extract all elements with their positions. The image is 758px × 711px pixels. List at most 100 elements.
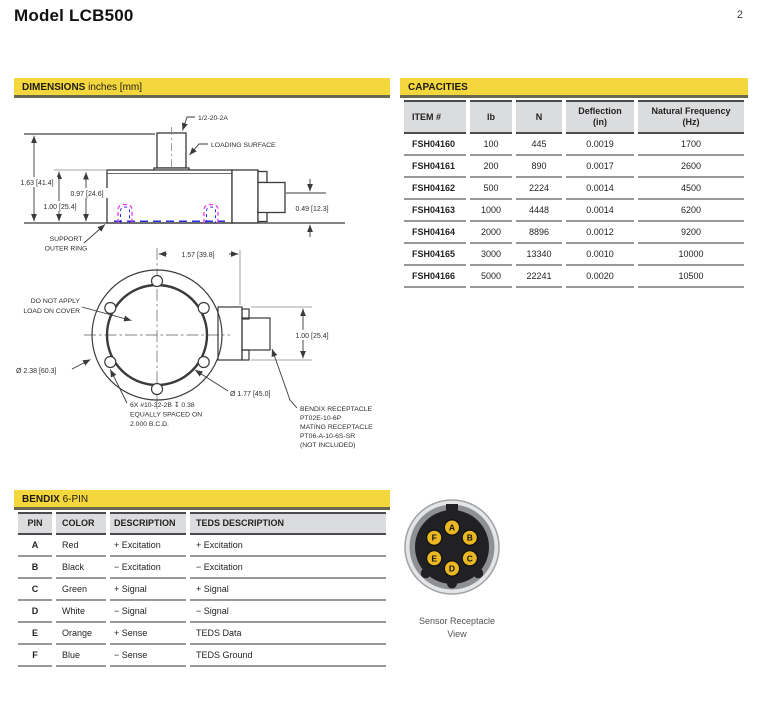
- capacities-header-title: CAPACITIES: [408, 82, 468, 93]
- label-no-load-2: LOAD ON COVER: [23, 308, 80, 315]
- capacities-header-row: ITEM # lb N Deflection (in) Natural Freq…: [404, 100, 744, 134]
- receptacle-bump-left: [421, 568, 431, 578]
- col-header-deflection: Deflection (in): [566, 100, 634, 134]
- bendix-row: CGreen+ Signal+ Signal: [18, 579, 386, 601]
- capacity-n: 2224: [516, 178, 562, 200]
- col-header-color: COLOR: [56, 512, 106, 535]
- capacity-n: 4448: [516, 200, 562, 222]
- dim-connector-width: 1.00 [25.4]: [295, 333, 328, 340]
- dim-connector-height: 0.49 [12.3]: [295, 206, 328, 213]
- bendix-row: EOrange+ SenseTEDS Data: [18, 623, 386, 645]
- pin-description: − Signal: [110, 601, 186, 623]
- natural-frequency: 6200: [638, 200, 744, 222]
- dim-height-100: 1.00 [25.4]: [43, 204, 76, 211]
- label-no-load-1: DO NOT APPLY: [31, 298, 81, 305]
- wire-color: Black: [56, 557, 106, 579]
- receptacle-bump-right: [473, 568, 483, 578]
- label-bolt-3: 2.000 B.C.D.: [130, 421, 169, 428]
- receptacle-diagram: A B C D E F: [392, 494, 522, 595]
- label-bolt-1: 6X #10-32-2B ↧ 0.38: [130, 401, 195, 409]
- col-header-pin: PIN: [18, 512, 52, 535]
- capacities-row: FSH041612008900.00172600: [404, 156, 744, 178]
- col-header-item: ITEM #: [404, 100, 466, 134]
- teds-description: TEDS Data: [190, 623, 386, 645]
- dimensions-drawing: 1.63 [41.4] 1.00 [25.4] 0.97 [24.6] 0.49…: [14, 100, 390, 460]
- bottom-view-dimension-lines: [159, 250, 312, 360]
- bendix-section-header: BENDIX 6-PIN: [14, 490, 390, 510]
- bendix-header-row: PIN COLOR DESCRIPTION TEDS DESCRIPTION: [18, 512, 386, 535]
- page-number: 2: [737, 9, 743, 21]
- capacity-n: 445: [516, 134, 562, 156]
- label-receptacle-4: PT06-A-10-6S-SR: [300, 433, 355, 440]
- capacities-row: FSH04164200088960.00129200: [404, 222, 744, 244]
- natural-frequency: 10500: [638, 266, 744, 288]
- pin-b-label: B: [467, 533, 473, 543]
- label-thread: 1/2-20-2A: [198, 115, 228, 122]
- col-header-teds-description: TEDS DESCRIPTION: [190, 512, 386, 535]
- pin-d-label: D: [449, 564, 455, 574]
- pin-id: E: [18, 623, 52, 645]
- pin-description: − Sense: [110, 645, 186, 667]
- natural-frequency: 9200: [638, 222, 744, 244]
- receptacle-keyway: [446, 504, 458, 515]
- wire-color: Red: [56, 535, 106, 557]
- label-support-1: SUPPORT: [50, 236, 83, 243]
- dim-width-157: 1.57 [39.8]: [181, 252, 214, 259]
- pin-id: A: [18, 535, 52, 557]
- capacity-lb: 2000: [470, 222, 512, 244]
- datasheet-page: Model LCB500 2 DIMENSIONS inches [mm] CA…: [0, 0, 758, 711]
- connector-plug-side: [258, 183, 285, 213]
- pin-id: D: [18, 601, 52, 623]
- bendix-pin-table: PIN COLOR DESCRIPTION TEDS DESCRIPTION A…: [14, 512, 390, 667]
- label-bolt-2: EQUALLY SPACED ON: [130, 412, 202, 419]
- pin-a-label: A: [449, 523, 455, 533]
- pin-description: + Signal: [110, 579, 186, 601]
- dim-inner-dia: Ø 1.77 [45.0]: [230, 391, 271, 398]
- receptacle-caption-line2: View: [392, 628, 522, 641]
- pin-id: F: [18, 645, 52, 667]
- deflection: 0.0020: [566, 266, 634, 288]
- receptacle-caption: Sensor Receptacle View: [392, 615, 522, 641]
- capacity-n: 22241: [516, 266, 562, 288]
- label-receptacle-5: (NOT INCLUDED): [300, 442, 355, 449]
- item-number: FSH04166: [404, 266, 466, 288]
- receptacle-caption-line1: Sensor Receptacle: [392, 615, 522, 628]
- capacity-lb: 100: [470, 134, 512, 156]
- load-cell-body: [107, 170, 232, 223]
- capacity-lb: 5000: [470, 266, 512, 288]
- connector-block-side: [232, 170, 258, 223]
- capacity-n: 8896: [516, 222, 562, 244]
- capacity-n: 890: [516, 156, 562, 178]
- natural-frequency: 2600: [638, 156, 744, 178]
- teds-description: TEDS Ground: [190, 645, 386, 667]
- bendix-header-title: BENDIX: [22, 494, 60, 505]
- col-header-lb: lb: [470, 100, 512, 134]
- natural-frequency: 4500: [638, 178, 744, 200]
- natural-frequency: 1700: [638, 134, 744, 156]
- item-number: FSH04165: [404, 244, 466, 266]
- capacities-section-header: CAPACITIES: [400, 78, 748, 98]
- deflection: 0.0017: [566, 156, 634, 178]
- pin-description: + Excitation: [110, 535, 186, 557]
- dim-height-total: 1.63 [41.4]: [20, 180, 53, 187]
- bendix-row: BBlack− Excitation− Excitation: [18, 557, 386, 579]
- dimensions-header-title: DIMENSIONS: [22, 82, 85, 93]
- wire-color: Orange: [56, 623, 106, 645]
- teds-description: − Excitation: [190, 557, 386, 579]
- label-receptacle-3: MATING RECEPTACLE: [300, 424, 373, 431]
- deflection: 0.0019: [566, 134, 634, 156]
- bendix-header-subtitle: 6-PIN: [60, 494, 88, 505]
- label-receptacle-2: PT02E-10-6P: [300, 415, 342, 422]
- pin-description: − Excitation: [110, 557, 186, 579]
- page-title: Model LCB500: [14, 6, 134, 26]
- teds-description: + Excitation: [190, 535, 386, 557]
- receptacle-bump-bottom: [447, 579, 457, 589]
- pin-id: C: [18, 579, 52, 601]
- side-view: 1.63 [41.4] 1.00 [25.4] 0.97 [24.6] 0.49…: [16, 115, 345, 253]
- deflection: 0.0012: [566, 222, 634, 244]
- capacity-lb: 200: [470, 156, 512, 178]
- col-header-n: N: [516, 100, 562, 134]
- natural-frequency: 10000: [638, 244, 744, 266]
- item-number: FSH04161: [404, 156, 466, 178]
- item-number: FSH04164: [404, 222, 466, 244]
